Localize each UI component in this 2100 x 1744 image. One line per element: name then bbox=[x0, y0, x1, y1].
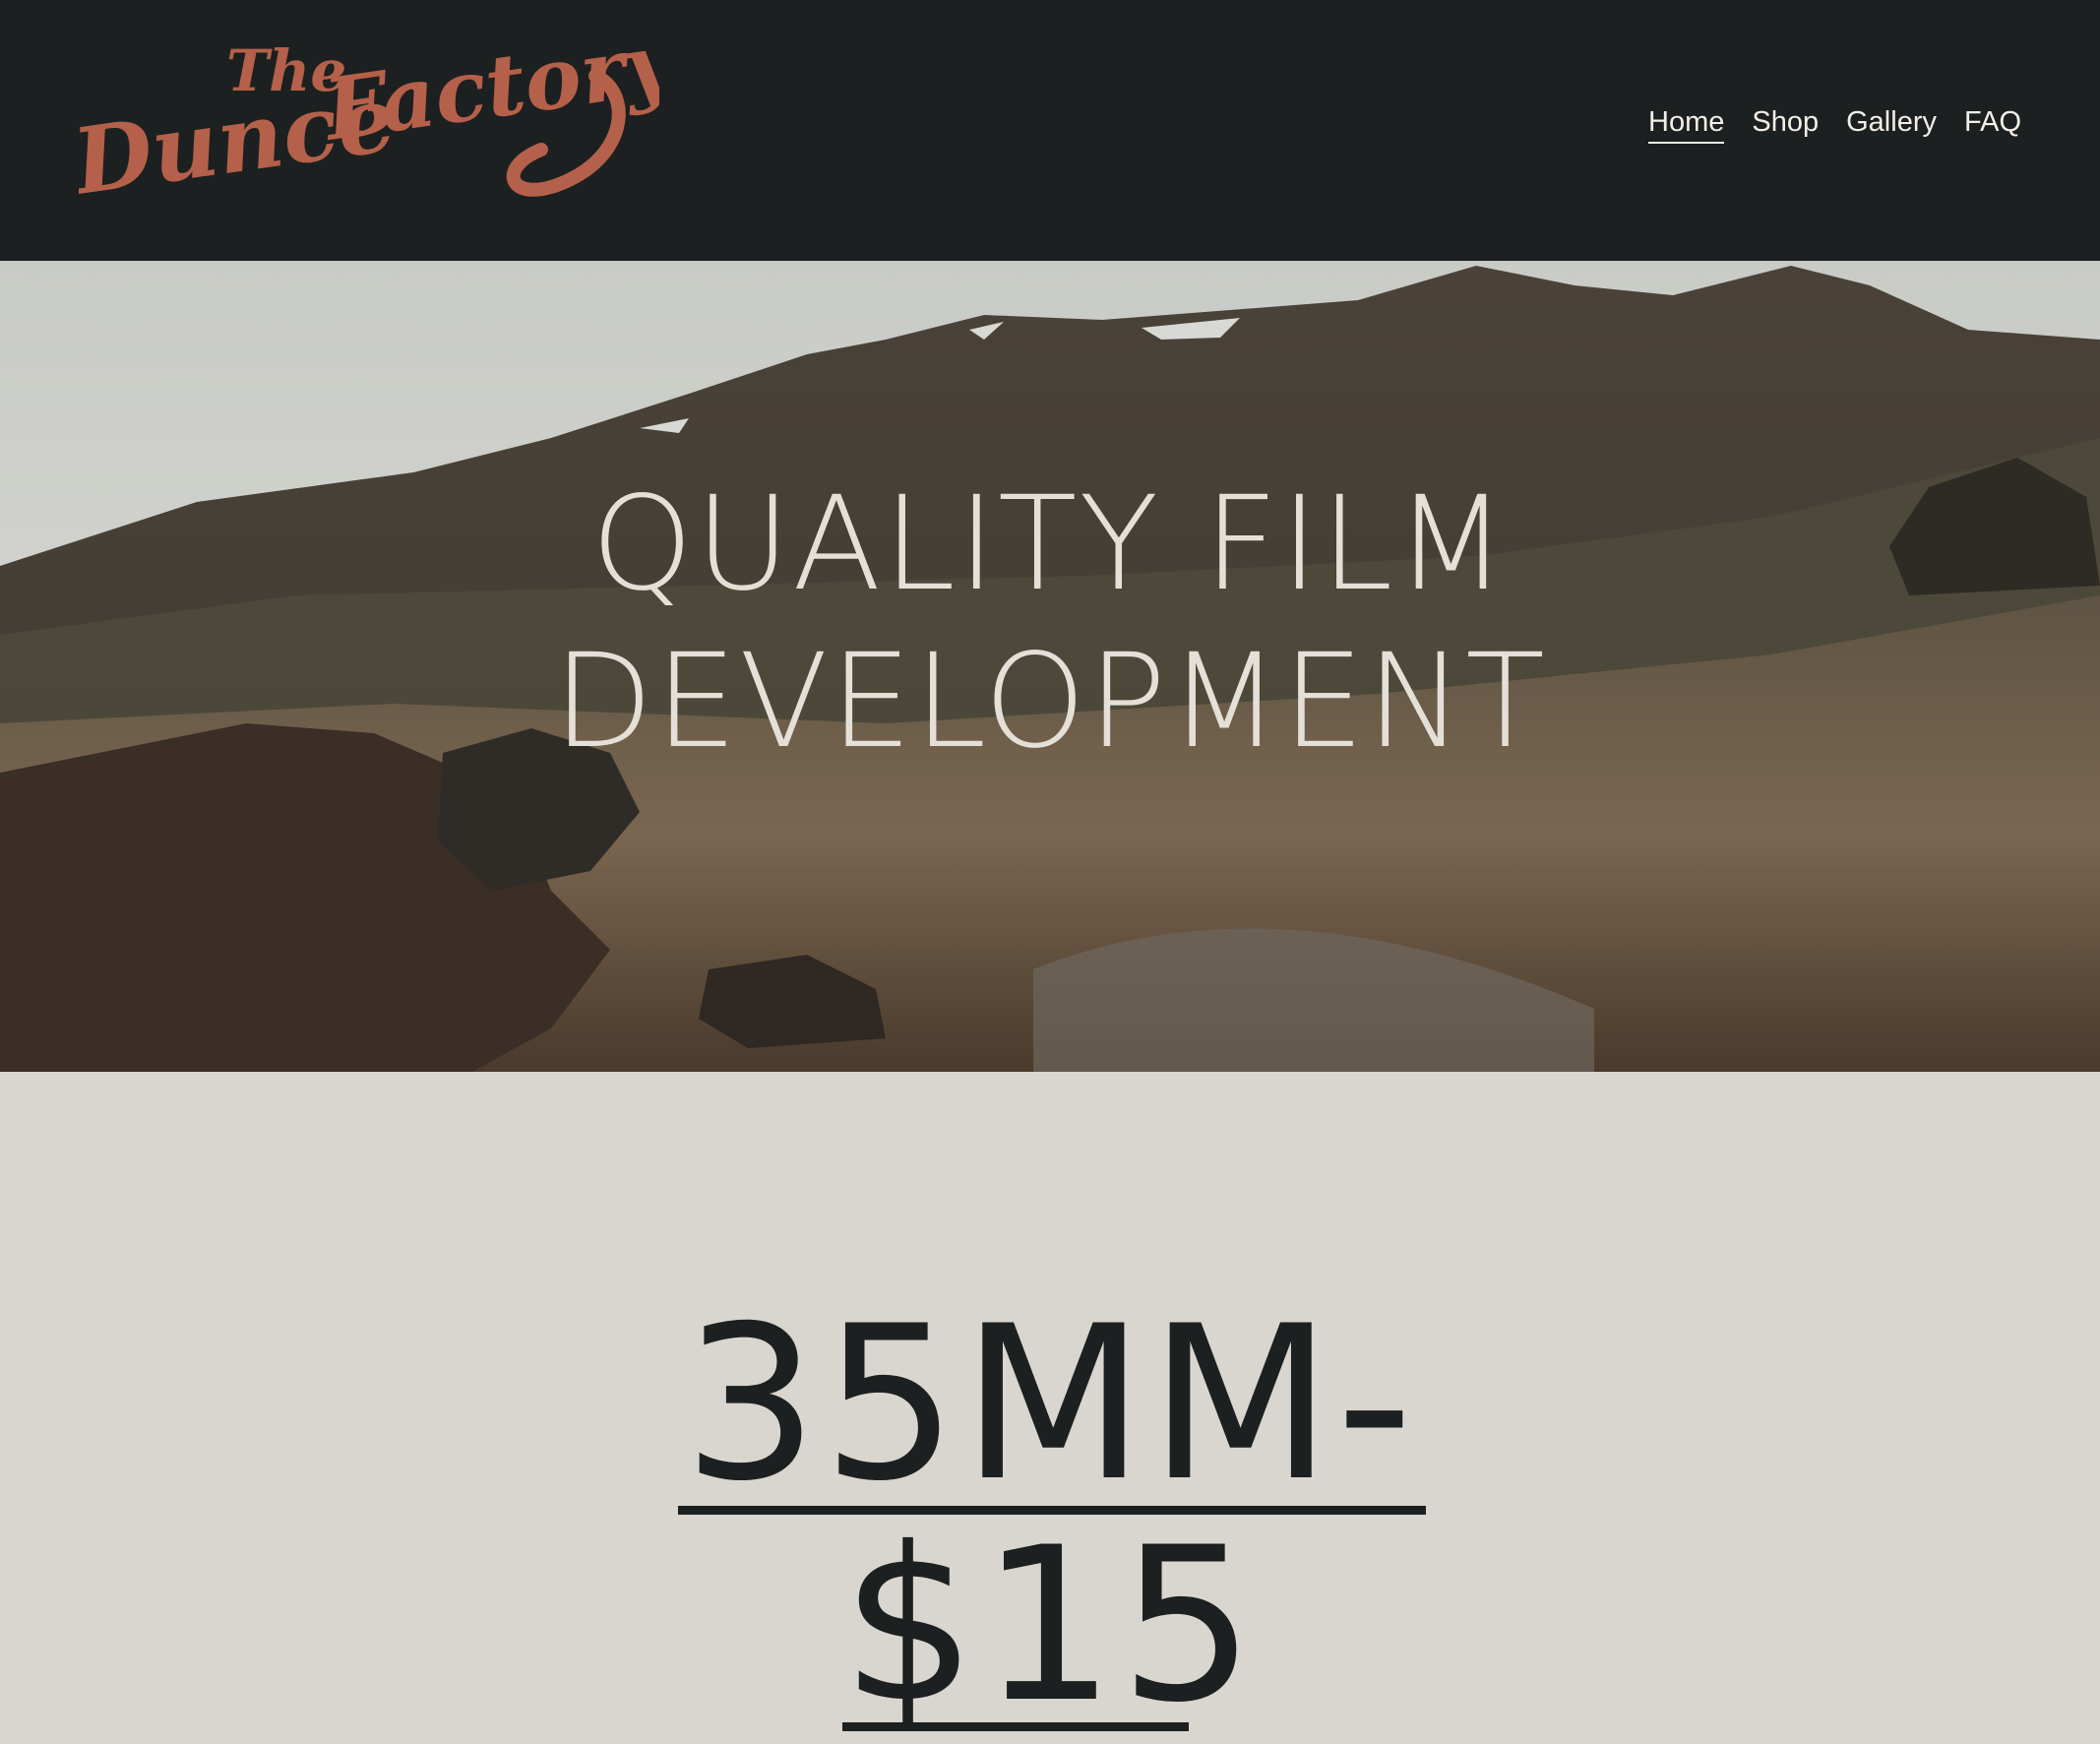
price-amount[interactable]: $15 bbox=[0, 1520, 2100, 1732]
nav-faq-link[interactable]: FAQ bbox=[1964, 106, 2021, 144]
hero-title-line1: QUALITY FILM bbox=[590, 468, 1510, 620]
price-format-label[interactable]: 35MM- bbox=[0, 1298, 2100, 1511]
price-amount-underline bbox=[842, 1722, 1189, 1731]
dunce-factory-logo[interactable]: The Dunce Factory bbox=[79, 22, 659, 228]
hero-title-line2: DEVELOPMENT bbox=[553, 626, 1547, 778]
nav-home-link[interactable]: Home bbox=[1648, 106, 1725, 144]
nav-gallery-link[interactable]: Gallery bbox=[1846, 106, 1937, 144]
hero-banner: QUALITY FILM DEVELOPMENT bbox=[0, 261, 2100, 1072]
site-header: The Dunce Factory Home Shop Gallery FAQ bbox=[0, 0, 2100, 261]
main-nav: Home Shop Gallery FAQ bbox=[1648, 106, 2021, 144]
pricing-section: 35MM- $15 bbox=[0, 1072, 2100, 1744]
nav-shop-link[interactable]: Shop bbox=[1752, 106, 1819, 144]
